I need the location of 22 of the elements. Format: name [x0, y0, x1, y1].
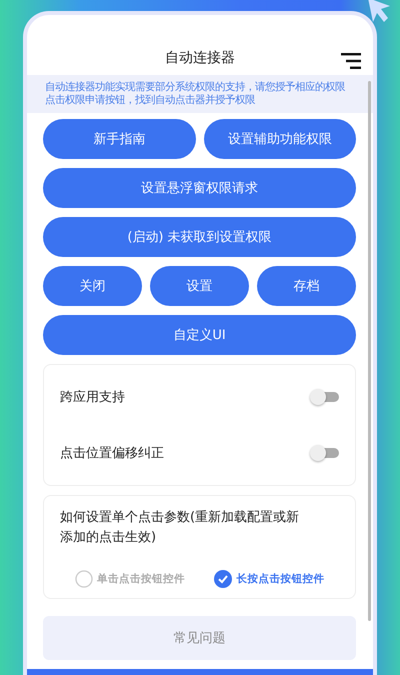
- action-button[interactable]: 关闭: [43, 266, 142, 306]
- action-button[interactable]: (启动) 未获取到设置权限: [43, 217, 356, 257]
- radio-icon: [74, 570, 93, 588]
- app-title: 自动连接器: [165, 49, 235, 67]
- check-icon: [214, 570, 232, 588]
- action-button[interactable]: 自定义UI: [43, 315, 356, 355]
- action-button[interactable]: 新手指南: [43, 119, 196, 159]
- notice-text: 自动连接器功能实现需要部分系统权限的支持，请您授予相应的权限: [45, 81, 346, 94]
- toggle-switch[interactable]: [313, 392, 339, 402]
- action-button[interactable]: 设置悬浮窗权限请求: [43, 168, 356, 208]
- action-button[interactable]: 存档: [257, 266, 356, 306]
- notice-text: 点击权限申请按钮，找到自动点击器并授予权限: [45, 94, 256, 107]
- action-button[interactable]: 设置: [150, 266, 249, 306]
- faq-button[interactable]: 常见问题: [43, 616, 356, 660]
- radio-option[interactable]: 单击点击按钮控件: [74, 570, 185, 588]
- radio-option[interactable]: 长按点击按钮控件: [214, 570, 324, 588]
- menu-icon[interactable]: [341, 53, 361, 69]
- toggle-switch[interactable]: [313, 448, 339, 458]
- toggle-label: 点击位置偏移纠正: [60, 445, 164, 462]
- toggle-label: 跨应用支持: [60, 389, 125, 406]
- action-button[interactable]: 设置辅助功能权限: [204, 119, 356, 159]
- question-text: 如何设置单个点击参数(重新加载配置或新添加的点击生效): [60, 509, 300, 547]
